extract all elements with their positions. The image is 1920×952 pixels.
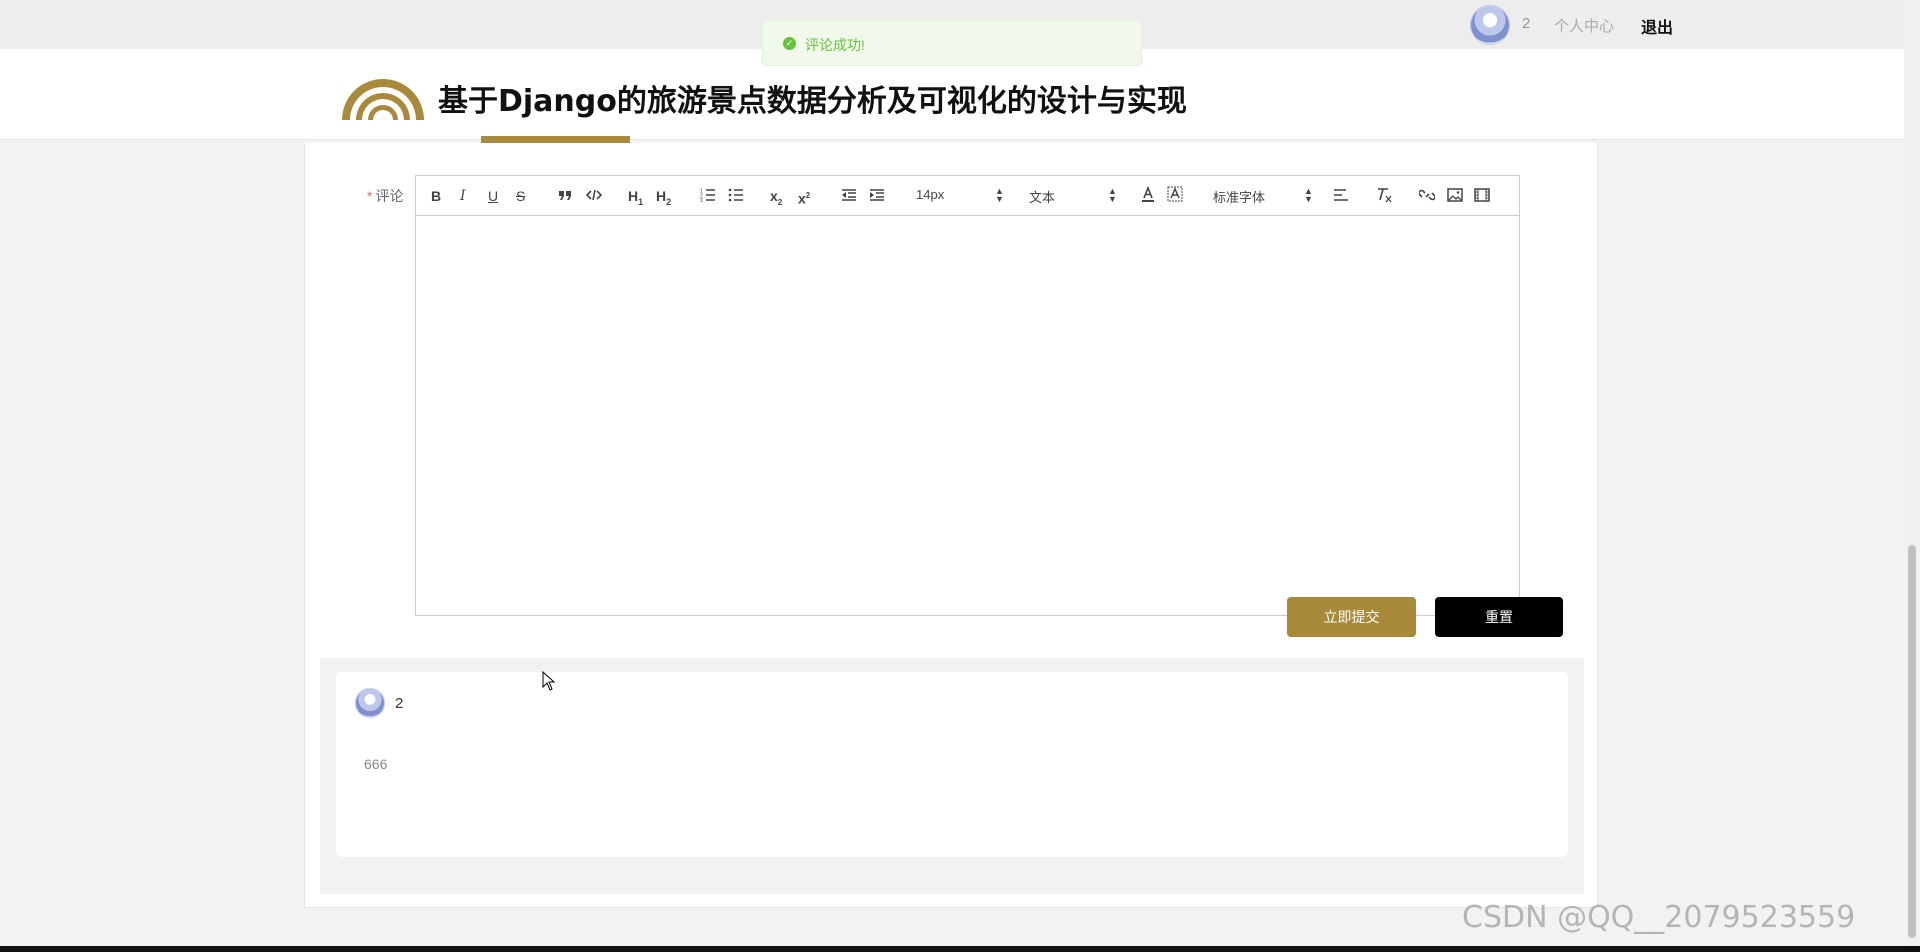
font-size-value: 14px	[916, 187, 945, 202]
active-nav-indicator	[481, 136, 630, 143]
reset-button[interactable]: 重置	[1435, 597, 1563, 637]
indent-icon[interactable]	[869, 188, 885, 202]
rich-text-editor: B I U S H1 H2 123 x2 x2 14px ▲ ▼ 文本 ▲ ▼ …	[415, 175, 1520, 616]
check-circle-icon: ✓	[783, 37, 796, 50]
bullet-list-icon[interactable]	[728, 188, 744, 202]
site-logo-icon	[342, 79, 424, 120]
comment-item	[336, 672, 1568, 857]
superscript-button[interactable]: x2	[798, 187, 810, 208]
comment-label: * 评论	[367, 186, 403, 206]
heading1-button[interactable]: H1	[628, 187, 643, 211]
link-icon[interactable]	[1419, 188, 1435, 202]
top-username: 2	[1522, 15, 1531, 32]
outdent-icon[interactable]	[841, 188, 857, 202]
site-title: 基于Django的旅游景点数据分析及可视化的设计与实现	[438, 84, 1187, 119]
bottom-edge	[0, 946, 1920, 952]
user-avatar[interactable]	[1470, 5, 1510, 45]
select-arrows-icon: ▲ ▼	[1304, 186, 1313, 204]
watermark: CSDN @QQ__2079523559	[1462, 900, 1856, 935]
submit-button[interactable]: 立即提交	[1287, 597, 1416, 637]
blockquote-icon[interactable]	[558, 188, 572, 202]
editor-toolbar: B I U S H1 H2 123 x2 x2 14px ▲ ▼ 文本 ▲ ▼ …	[415, 175, 1520, 216]
header-select[interactable]: 文本 ▲ ▼	[1029, 187, 1117, 206]
italic-button[interactable]: I	[460, 187, 466, 205]
image-icon[interactable]	[1447, 188, 1463, 202]
comment-avatar	[355, 688, 385, 718]
font-size-select[interactable]: 14px ▲ ▼	[916, 187, 1004, 204]
ordered-list-icon[interactable]: 123	[700, 188, 716, 202]
font-color-icon[interactable]	[1140, 186, 1156, 204]
background-color-icon[interactable]	[1167, 186, 1183, 204]
comment-label-text: 评论	[375, 188, 404, 204]
header-select-value: 文本	[1029, 190, 1056, 205]
align-left-icon[interactable]	[1333, 188, 1349, 202]
subscript-button[interactable]: x2	[770, 187, 782, 212]
select-arrows-icon: ▲ ▼	[1108, 186, 1117, 204]
success-toast: ✓ 评论成功!	[762, 20, 1142, 66]
comment-text: 666	[364, 756, 388, 772]
user-center-link[interactable]: 个人中心	[1554, 15, 1614, 36]
bold-button[interactable]: B	[431, 187, 441, 205]
required-mark: *	[367, 188, 373, 204]
editor-content-area[interactable]	[415, 216, 1520, 616]
code-block-icon[interactable]	[586, 188, 602, 202]
comment-username: 2	[395, 695, 404, 712]
strike-button[interactable]: S	[516, 187, 525, 205]
clear-format-icon[interactable]	[1376, 187, 1394, 203]
underline-button[interactable]: U	[488, 187, 498, 205]
mouse-cursor-icon	[542, 671, 556, 691]
font-family-value: 标准字体	[1213, 190, 1266, 205]
svg-text:3: 3	[700, 198, 703, 202]
video-icon[interactable]	[1474, 188, 1490, 202]
font-family-select[interactable]: 标准字体 ▲ ▼	[1213, 187, 1313, 206]
scrollbar-thumb[interactable]	[1908, 545, 1916, 938]
select-arrows-icon: ▲ ▼	[995, 186, 1004, 204]
heading2-button[interactable]: H2	[656, 187, 671, 211]
toast-message: 评论成功!	[805, 37, 865, 53]
logout-link[interactable]: 退出	[1641, 14, 1673, 38]
